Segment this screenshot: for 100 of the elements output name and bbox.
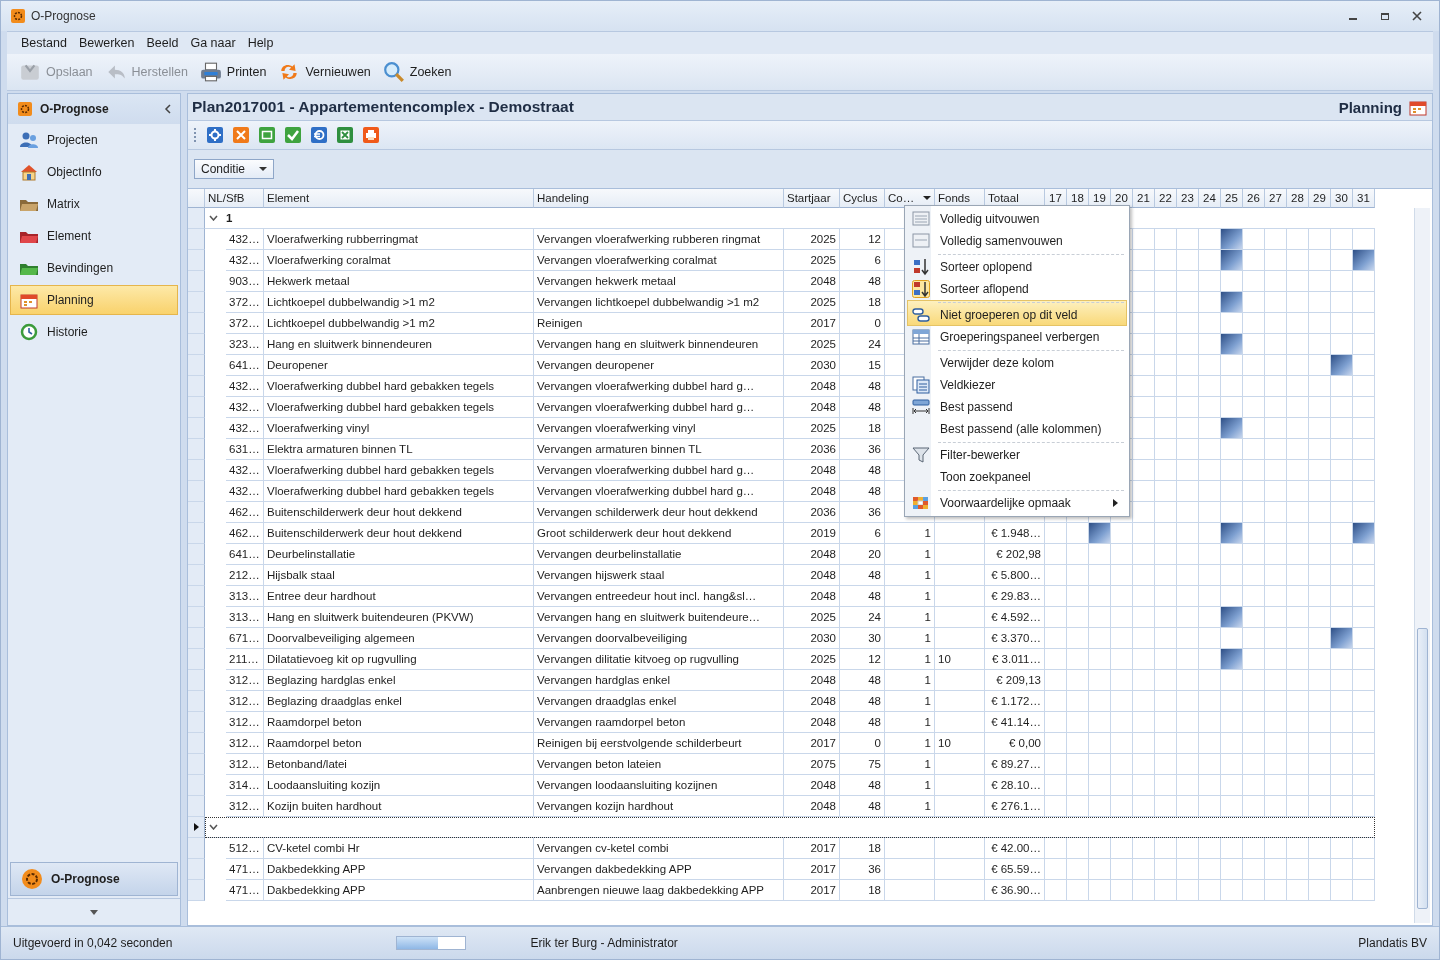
row-header-cell[interactable] [188,481,205,502]
column-header[interactable]: 25 [1221,189,1243,208]
sidebar-item[interactable]: Bevindingen [10,253,178,283]
row-header-cell[interactable] [188,670,205,691]
export-button[interactable] [335,125,354,145]
row-header-cell[interactable] [188,733,205,754]
context-menu-item[interactable]: Best passend (alle kolommen) [907,418,1127,440]
currency-button[interactable] [309,125,328,145]
toolbar-grip[interactable] [194,128,198,142]
sidebar-item[interactable]: Planning [10,285,178,315]
column-header[interactable]: 23 [1177,189,1199,208]
row-header-cell[interactable] [188,208,205,229]
sidebar-item[interactable]: ObjectInfo [10,157,178,187]
row-header-cell[interactable] [188,712,205,733]
row-header-cell[interactable] [188,880,205,901]
toolbar-button[interactable]: Vernieuwen [274,58,375,86]
column-header[interactable]: 22 [1155,189,1177,208]
row-header-cell[interactable] [188,355,205,376]
column-header[interactable]: 28 [1287,189,1309,208]
column-header[interactable]: Handeling [534,189,784,208]
sidebar-item[interactable]: Historie [10,317,178,347]
row-header-cell[interactable] [188,796,205,817]
column-header[interactable]: 29 [1309,189,1331,208]
dropdown-icon[interactable] [90,909,98,915]
row-header-cell[interactable] [188,523,205,544]
row-header-cell[interactable] [188,586,205,607]
row-header-cell[interactable] [188,376,205,397]
filter-caret-icon[interactable] [923,196,931,200]
row-header-cell[interactable] [188,859,205,880]
row-header-cell[interactable] [188,754,205,775]
row-header-cell[interactable] [188,397,205,418]
context-menu-item[interactable]: Verwijder deze kolom [907,348,1127,374]
sidebar-item[interactable]: Projecten [10,125,178,155]
row-header-cell[interactable] [188,313,205,334]
row-header-cell[interactable] [188,775,205,796]
table-cell [935,712,985,733]
menu-item[interactable]: Help [241,36,280,50]
module-button[interactable]: O-Prognose [10,862,178,896]
row-header-cell[interactable] [188,838,205,859]
settings-button[interactable] [205,125,224,145]
table-cell: Vloerafwerking dubbel hard gebakken tegels [264,376,534,397]
row-header-cell[interactable] [188,565,205,586]
row-header-cell[interactable] [188,607,205,628]
sidebar-item[interactable]: Element [10,221,178,251]
approve-button[interactable] [283,125,302,145]
sort-descending-icon [912,280,930,298]
sidebar-item[interactable]: Matrix [10,189,178,219]
row-header-cell[interactable] [188,229,205,250]
context-menu-item[interactable]: Sorteer aflopend [907,278,1127,300]
print-button[interactable] [361,125,380,145]
column-header[interactable]: Startjaar [784,189,840,208]
expand-icon[interactable] [209,824,218,830]
collapse-icon[interactable] [164,104,172,114]
row-header-cell[interactable] [188,649,205,670]
toolbar-button[interactable]: Zoeken [378,58,456,86]
menu-item[interactable]: Bestand [15,36,73,50]
column-header[interactable]: 21 [1133,189,1155,208]
window-button[interactable] [257,125,276,145]
table-cell: 212… [226,565,264,586]
toolbar-button[interactable]: Printen [195,58,271,86]
column-header[interactable]: 30 [1331,189,1353,208]
group-field-button[interactable]: Conditie [194,159,275,179]
row-header-cell[interactable] [188,271,205,292]
row-header-cell[interactable] [188,460,205,481]
scrollbar[interactable] [1414,208,1430,923]
context-menu-item[interactable]: Niet groeperen op dit veld [907,300,1127,326]
menu-item[interactable]: Beeld [140,36,185,50]
column-header[interactable]: Cyclus [840,189,885,208]
context-menu-item[interactable]: Sorteer oplopend [907,252,1127,278]
context-menu-item[interactable]: Best passend [907,396,1127,418]
scrollbar-thumb[interactable] [1417,628,1428,909]
row-header-cell[interactable] [188,292,205,313]
row-header-cell[interactable] [188,418,205,439]
tools-button[interactable] [231,125,250,145]
table-cell [935,565,985,586]
row-header-cell[interactable] [188,544,205,565]
context-menu-item[interactable]: Filter-bewerker [907,440,1127,466]
row-header-cell[interactable] [188,691,205,712]
row-header-cell[interactable] [188,628,205,649]
column-header[interactable]: Element [264,189,534,208]
context-menu-item[interactable]: Toon zoekpaneel [907,466,1127,488]
column-header[interactable]: 31 [1353,189,1375,208]
menu-item[interactable]: Bewerken [72,36,141,50]
row-header-cell[interactable] [188,250,205,271]
menu-item[interactable]: Ga naar [184,36,242,50]
row-header-cell[interactable] [188,439,205,460]
context-menu-item[interactable]: Groeperingspaneel verbergen [907,326,1127,348]
context-menu-item[interactable]: Veldkiezer [907,374,1127,396]
column-header[interactable]: NL/SfB [205,189,264,208]
row-header-cell[interactable] [188,334,205,355]
context-menu-item[interactable]: Volledig uitvouwen [907,208,1127,230]
context-menu-item[interactable]: Voorwaardelijke opmaak [907,488,1127,514]
column-header[interactable]: 27 [1265,189,1287,208]
column-header[interactable]: 24 [1199,189,1221,208]
expand-icon[interactable] [209,215,218,221]
context-menu-item[interactable]: Volledig samenvouwen [907,230,1127,252]
row-header-cell[interactable] [188,502,205,523]
column-header[interactable]: 26 [1243,189,1265,208]
table-cell: Lichtkoepel dubbelwandig >1 m2 [264,292,534,313]
row-header-cell[interactable] [188,817,205,838]
